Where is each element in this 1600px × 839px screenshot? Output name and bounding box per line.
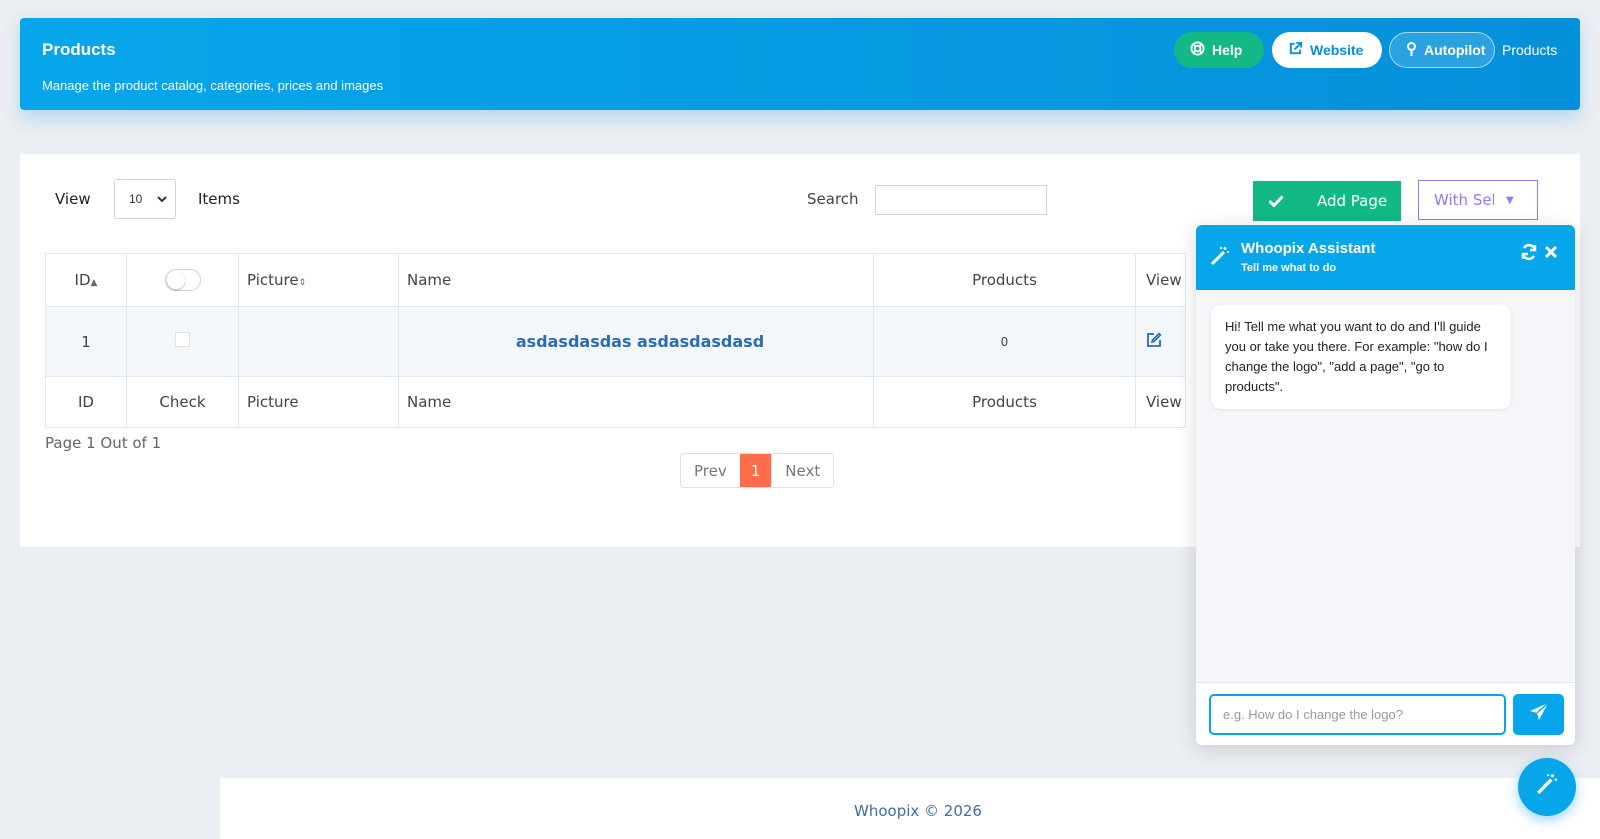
select-all-toggle[interactable]: [164, 269, 201, 291]
autopilot-label: Autopilot: [1424, 42, 1486, 58]
check-icon: [1253, 195, 1299, 207]
column-header-name: Name: [398, 253, 874, 307]
assistant-header: Whoopix Assistant Tell me what to do: [1196, 225, 1575, 290]
row-products: 0: [873, 306, 1136, 377]
website-button[interactable]: Website: [1272, 32, 1382, 68]
help-button[interactable]: Help: [1174, 32, 1264, 68]
close-icon[interactable]: [1544, 242, 1558, 265]
assistant-input[interactable]: e.g. How do I change the logo?: [1209, 694, 1506, 735]
footer-id: ID: [45, 376, 127, 428]
items-label: Items: [198, 190, 240, 208]
footer-products: Products: [873, 376, 1136, 428]
table-header-row: ID▲ Picture⇕ Name Products View: [45, 253, 1186, 307]
sort-icon: ⇕: [298, 278, 307, 288]
assistant-subtitle: Tell me what to do: [1241, 262, 1337, 274]
view-label: View: [55, 190, 91, 208]
page-title: Products: [42, 40, 116, 59]
page-1-button[interactable]: 1: [739, 454, 772, 487]
footer-check: Check: [126, 376, 239, 428]
footer-picture: Picture: [238, 376, 399, 428]
items-per-page-value: 10: [129, 192, 143, 206]
column-header-check: [126, 253, 239, 307]
row-picture: [238, 306, 399, 377]
page-subtitle: Manage the product catalog, categories, …: [42, 78, 384, 93]
next-page-button[interactable]: Next: [771, 454, 833, 487]
table-footer-row: ID Check Picture Name Products View: [45, 376, 1186, 428]
add-page-label: Add Page: [1317, 192, 1388, 210]
footer-copyright: Whoopix © 2026: [854, 802, 982, 820]
column-header-view: View: [1135, 253, 1186, 307]
paper-plane-icon: [1529, 701, 1549, 728]
assistant-message: Hi! Tell me what you want to do and I'll…: [1211, 305, 1511, 409]
with-selected-dropdown[interactable]: With Sel ▼: [1418, 180, 1538, 220]
footer-name: Name: [398, 376, 874, 428]
magic-wand-icon: [1536, 773, 1558, 801]
breadcrumb[interactable]: Products: [1502, 42, 1557, 58]
with-selected-label: With Sel: [1434, 191, 1494, 209]
items-per-page-select[interactable]: 10: [114, 179, 176, 219]
page-footer: Whoopix © 2026: [220, 778, 1600, 839]
magic-wand-icon: [1210, 246, 1230, 272]
refresh-icon[interactable]: [1520, 243, 1538, 267]
chevron-down-icon: [157, 192, 167, 206]
column-header-id[interactable]: ID▲: [45, 253, 127, 307]
edit-icon[interactable]: [1146, 331, 1162, 352]
lifebuoy-icon: [1190, 41, 1205, 59]
add-page-button[interactable]: Add Page: [1253, 181, 1401, 221]
search-input[interactable]: [875, 185, 1047, 215]
assistant-input-bar: e.g. How do I change the logo?: [1196, 682, 1575, 745]
products-table: ID▲ Picture⇕ Name Products View 1 asdasd…: [45, 253, 1186, 428]
prev-page-button[interactable]: Prev: [681, 454, 740, 487]
header-picture-label: Picture: [247, 271, 299, 289]
row-name-link[interactable]: asdasdasdas asdasdasdasd: [407, 332, 873, 351]
page-header: Products Manage the product catalog, cat…: [20, 18, 1580, 110]
pagination: Prev 1 Next: [680, 453, 835, 488]
help-label: Help: [1212, 42, 1243, 58]
row-id: 1: [45, 306, 127, 377]
sort-up-icon: ▲: [90, 278, 98, 288]
footer-view: View: [1135, 376, 1186, 428]
send-button[interactable]: [1513, 694, 1564, 735]
row-checkbox[interactable]: [175, 332, 190, 347]
website-label: Website: [1310, 42, 1364, 58]
row-view-cell: [1135, 306, 1186, 377]
row-check-cell: [126, 306, 239, 377]
caret-down-icon: ▼: [1506, 194, 1514, 206]
page-info: Page 1 Out of 1: [45, 434, 162, 452]
assistant-panel: Whoopix Assistant Tell me what to do Hi!…: [1196, 225, 1575, 745]
assistant-title: Whoopix Assistant: [1241, 240, 1376, 257]
external-link-icon: [1288, 41, 1303, 59]
search-label: Search: [807, 190, 859, 208]
map-pin-icon: [1406, 41, 1417, 59]
autopilot-button[interactable]: Autopilot: [1389, 32, 1495, 68]
assistant-fab-button[interactable]: [1518, 758, 1576, 816]
row-name-cell: asdasdasdas asdasdasdasd: [398, 306, 874, 377]
column-header-products: Products: [873, 253, 1136, 307]
table-row: 1 asdasdasdas asdasdasdasd 0: [45, 306, 1186, 377]
column-header-picture[interactable]: Picture⇕: [238, 253, 399, 307]
header-id-label: ID: [74, 271, 91, 289]
